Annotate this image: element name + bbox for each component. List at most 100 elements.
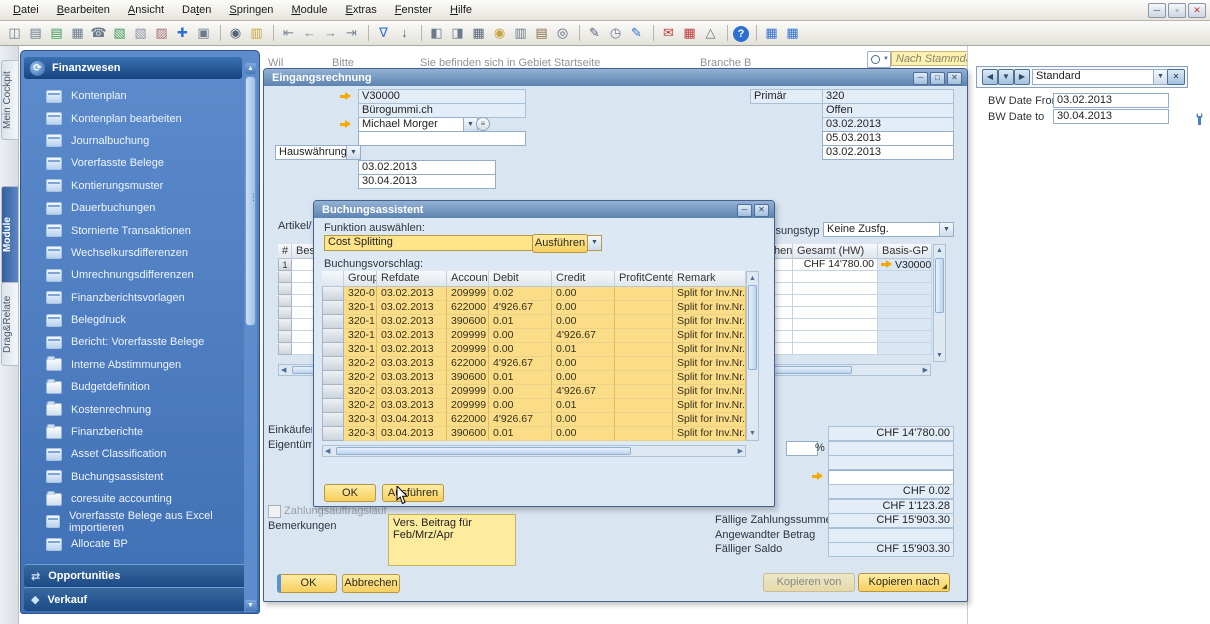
cell-credit[interactable]: 0.00 — [552, 315, 615, 329]
nav-dropdown-icon[interactable]: ▼ — [998, 69, 1014, 85]
print-sequence-icon[interactable]: ▦ — [68, 24, 87, 42]
cell-account[interactable]: 622000 — [447, 413, 489, 427]
row-number-cell[interactable] — [278, 331, 292, 343]
cell-account[interactable]: 390600 — [447, 315, 489, 329]
window-maximize-icon[interactable]: □ — [930, 72, 945, 85]
cell-remark[interactable]: Split for Inv.Nr. 32 — [673, 343, 746, 357]
dialog-titlebar[interactable]: Buchungsassistent ─ ✕ — [314, 201, 774, 218]
cell-refdate[interactable]: 03.03.2013 — [377, 385, 447, 399]
cell-account[interactable]: 209999 — [447, 385, 489, 399]
cell-remark[interactable]: Split for Inv.Nr. 32 — [673, 385, 746, 399]
find-icon[interactable]: ◉ — [226, 24, 245, 42]
gesamt-cell[interactable] — [793, 319, 878, 331]
cell-remark[interactable]: Split for Inv.Nr. 32 — [673, 287, 746, 301]
basis-gp-cell[interactable] — [878, 295, 932, 307]
sidebar-tab-module[interactable]: Module — [1, 186, 18, 284]
nav-previous-icon[interactable]: ◀ — [982, 69, 998, 85]
column-header-debit[interactable]: Debit — [489, 271, 552, 287]
item-table-row[interactable]: CHF 14'780.00V30000 — [770, 259, 932, 271]
cell-account[interactable]: 390600 — [447, 427, 489, 441]
cell-debit[interactable]: 0.00 — [489, 399, 552, 413]
column-header-account[interactable]: Account — [447, 271, 489, 287]
cell-debit[interactable]: 0.02 — [489, 287, 552, 301]
gesamt-cell[interactable] — [793, 271, 878, 283]
window-close-icon[interactable]: ✕ — [947, 72, 962, 85]
chevron-down-icon[interactable]: ▼ — [463, 118, 477, 131]
cell-group[interactable]: 320-1 — [344, 329, 377, 343]
dialog-vscrollbar[interactable]: ▲ ▼ — [746, 271, 759, 441]
column-header-credit[interactable]: Credit — [552, 271, 615, 287]
table-row[interactable]: 320-103.02.20133906000.010.00Split for I… — [322, 315, 746, 329]
cell-profitcenter[interactable] — [615, 399, 673, 413]
cell-group[interactable]: 320-3 — [344, 413, 377, 427]
lieferantenref-field[interactable] — [358, 131, 526, 146]
gesamt-cell[interactable] — [793, 343, 878, 355]
row-selector[interactable] — [322, 301, 344, 315]
basis-gp-cell[interactable] — [878, 319, 932, 331]
cell-refdate[interactable]: 03.03.2013 — [377, 399, 447, 413]
bw-date-from-field[interactable]: 03.02.2013 — [1053, 93, 1169, 108]
cell-account[interactable]: 209999 — [447, 287, 489, 301]
export-pdf-icon[interactable]: ▨ — [152, 24, 171, 42]
sort-icon[interactable]: ↓ — [395, 24, 414, 42]
scrollbar-thumb[interactable] — [748, 285, 757, 370]
cell-credit[interactable]: 0.00 — [552, 413, 615, 427]
cell-group[interactable]: 320-2 — [344, 385, 377, 399]
copy-to-doc-icon[interactable]: ◨ — [448, 24, 467, 42]
sidebar-item-buchungsassistent[interactable]: Buchungsassistent — [24, 466, 242, 488]
cell-group[interactable]: 320-0 — [344, 287, 377, 301]
cell-profitcenter[interactable] — [615, 413, 673, 427]
cell-account[interactable]: 209999 — [447, 399, 489, 413]
sidebar-item-finanzberichtsvorlagen[interactable]: Finanzberichtsvorlagen — [24, 287, 242, 309]
bw-date-to-field[interactable]: 30.04.2013 — [1053, 109, 1169, 124]
sign-document-icon[interactable]: ✎ — [585, 24, 604, 42]
scroll-right-icon[interactable]: ▶ — [923, 365, 928, 376]
chevron-down-icon[interactable]: ▼ — [346, 146, 360, 159]
first-record-icon[interactable]: ⇤ — [279, 24, 298, 42]
cell-group[interactable]: 320-1 — [344, 343, 377, 357]
column-header-remark[interactable]: Remark — [673, 271, 746, 287]
scrollbar-thumb[interactable] — [245, 76, 256, 326]
scroll-down-icon[interactable]: ▼ — [749, 428, 756, 439]
column-header-profitcenter[interactable]: ProfitCenter — [615, 271, 673, 287]
name-field[interactable]: Bürogummi.ch — [358, 103, 526, 118]
sidebar-item-vorerfasste-belege[interactable]: Vorerfasste Belege — [24, 152, 242, 174]
cell-credit[interactable]: 0.00 — [552, 301, 615, 315]
item-table-row[interactable] — [770, 283, 932, 295]
calendar-icon[interactable]: ▦ — [680, 24, 699, 42]
cell-account[interactable]: 622000 — [447, 301, 489, 315]
copy-from-doc-icon[interactable]: ◧ — [427, 24, 446, 42]
cell-account[interactable]: 622000 — [447, 357, 489, 371]
cell-profitcenter[interactable] — [615, 357, 673, 371]
cell-credit[interactable]: 0.00 — [552, 357, 615, 371]
zusammenfassungstyp-dropdown[interactable]: Keine Zusfg.▼ — [823, 222, 954, 237]
ok-button[interactable]: OK — [277, 574, 337, 593]
cell-debit[interactable]: 4'926.67 — [489, 413, 552, 427]
cell-remark[interactable]: Split for Inv.Nr. 32 — [673, 399, 746, 413]
sidebar-item-bericht-vorerfasste-belege[interactable]: Bericht: Vorerfasste Belege — [24, 331, 242, 353]
cell-remark[interactable]: Split for Inv.Nr. 32 — [673, 329, 746, 343]
sidebar-group-verkauf[interactable]: ◆ Verkauf — [24, 587, 256, 611]
navigate-icon[interactable]: ✚ — [173, 24, 192, 42]
payment-means-icon[interactable]: ◉ — [490, 24, 509, 42]
scroll-left-icon[interactable]: ◀ — [325, 446, 330, 457]
message-log-icon[interactable]: ▥ — [247, 24, 266, 42]
cell-profitcenter[interactable] — [615, 301, 673, 315]
cell-group[interactable]: 320-2 — [344, 399, 377, 413]
lock-screen-icon[interactable]: ▣ — [194, 24, 213, 42]
form-settings-icon[interactable]: ▦ — [783, 24, 802, 42]
cell-debit[interactable]: 0.01 — [489, 371, 552, 385]
cell-profitcenter[interactable] — [615, 287, 673, 301]
row-number-cell[interactable] — [278, 307, 292, 319]
cell-refdate[interactable]: 03.04.2013 — [377, 427, 447, 441]
sidebar-item-kontenplan[interactable]: Kontenplan — [24, 85, 242, 107]
cell-refdate[interactable]: 03.02.2013 — [377, 287, 447, 301]
view-dropdown[interactable]: Standard▼ — [1032, 69, 1168, 85]
document-draft-icon[interactable]: ◷ — [606, 24, 625, 42]
sidebar-item-coresuite-accounting[interactable]: coresuite accounting — [24, 488, 242, 510]
gesamt-cell[interactable] — [793, 283, 878, 295]
cell-credit[interactable]: 4'926.67 — [552, 329, 615, 343]
cell-refdate[interactable]: 03.04.2013 — [377, 413, 447, 427]
nr-type-field[interactable]: Primär — [750, 89, 826, 104]
link-arrow-icon[interactable] — [812, 472, 824, 481]
